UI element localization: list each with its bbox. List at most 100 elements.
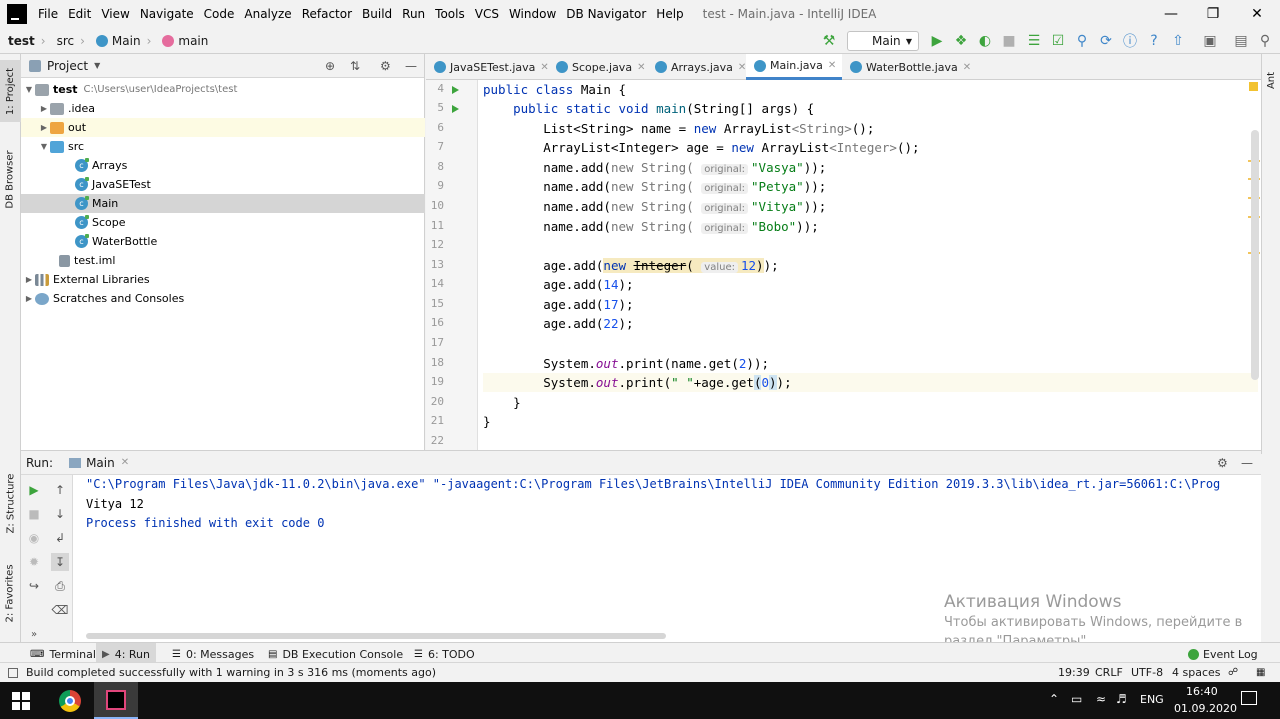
menu-tools[interactable]: Tools (430, 7, 470, 21)
refresh-icon[interactable]: ⟳ (1097, 32, 1115, 50)
intellij-taskbar-button[interactable] (94, 682, 138, 719)
gear-icon[interactable]: ⚙ (1217, 456, 1228, 470)
gear-icon[interactable]: ⚙ (380, 59, 391, 73)
menu-window[interactable]: Window (504, 7, 561, 21)
stop-icon[interactable]: ■ (1000, 32, 1018, 50)
hide-panel-icon[interactable]: — (1241, 456, 1253, 470)
close-tab-icon[interactable]: ✕ (828, 60, 836, 71)
menu-db-navigator[interactable]: DB Navigator (561, 7, 651, 21)
editor-scrollbar[interactable] (1251, 130, 1259, 380)
tree-item-javasetest[interactable]: c JavaSETest (21, 175, 425, 194)
windows-start-icon[interactable] (12, 692, 30, 710)
code-line-current[interactable]: System.out.print(" "+age.get(0)); (483, 373, 1258, 392)
tree-item-idea[interactable]: ▶ .idea (21, 99, 425, 118)
tab-javasetest[interactable]: JavaSETest.java ✕ (426, 54, 555, 80)
breadcrumb-main-class[interactable]: Main › (88, 34, 154, 48)
run-gutter-icon[interactable] (452, 86, 459, 94)
list-icon[interactable]: ☰ (1025, 32, 1043, 50)
bug-icon[interactable]: ✹ (25, 553, 43, 571)
code-line[interactable] (483, 334, 1258, 353)
menu-file[interactable]: File (33, 7, 63, 21)
close-window-button[interactable]: ✕ (1234, 0, 1280, 28)
status-toggle-icon[interactable] (8, 667, 18, 678)
exit-icon[interactable]: ↪ (25, 577, 43, 595)
warning-indicator-icon[interactable] (1249, 82, 1258, 91)
down-arrow-icon[interactable]: ↓ (51, 505, 69, 523)
code-line[interactable]: name.add(new String( original: "Petya")); (483, 177, 1258, 196)
code-line[interactable]: System.out.print(name.get(2)); (483, 354, 1258, 373)
caret-position[interactable]: 19:39 (1058, 666, 1090, 679)
more-icon[interactable]: » (25, 625, 43, 643)
info-icon[interactable]: ⓘ (1121, 32, 1139, 50)
notification-icon[interactable] (1241, 691, 1257, 705)
menu-edit[interactable]: Edit (63, 7, 96, 21)
tree-item-out[interactable]: ▶ out (21, 118, 425, 137)
menu-view[interactable]: View (96, 7, 134, 21)
maximize-button[interactable]: ❐ (1190, 0, 1236, 28)
menu-build[interactable]: Build (357, 7, 397, 21)
minimize-button[interactable]: — (1148, 0, 1194, 28)
tab-arrays[interactable]: Arrays.java ✕ (647, 54, 752, 80)
coverage-icon[interactable]: ◐ (976, 32, 994, 50)
memory-indicator-icon[interactable]: ▦ (1256, 667, 1265, 678)
close-tab-icon[interactable]: ✕ (963, 62, 971, 73)
status-message[interactable]: Build completed successfully with 1 warn… (26, 666, 436, 679)
tree-item-main[interactable]: c Main (21, 194, 425, 213)
search-everywhere-icon[interactable]: ⚲ (1256, 32, 1274, 50)
menu-help[interactable]: Help (651, 7, 688, 21)
print-icon[interactable]: ⎙ (51, 577, 69, 595)
project-view-select[interactable]: Project (47, 59, 88, 73)
breadcrumb-src[interactable]: src › (49, 34, 88, 48)
clock-time[interactable]: 16:40 (1186, 685, 1218, 698)
code-line[interactable]: name.add(new String( original: "Vasya")); (483, 158, 1258, 177)
camera-icon[interactable]: ◉ (25, 529, 43, 547)
breadcrumb-test[interactable]: test › (0, 34, 49, 48)
code-line[interactable]: public static void main(String[] args) { (483, 99, 1258, 118)
close-tab-icon[interactable]: ✕ (121, 457, 129, 468)
tab-scope[interactable]: Scope.java ✕ (548, 54, 651, 80)
scroll-to-end-icon[interactable]: ↧ (51, 553, 69, 571)
code-line[interactable]: } (483, 412, 1258, 431)
locate-icon[interactable]: ⊕ (325, 59, 335, 73)
indent-setting[interactable]: 4 spaces (1172, 666, 1221, 679)
chevron-up-icon[interactable]: ⌃ (1049, 692, 1059, 706)
wifi-icon[interactable]: ≈ (1096, 692, 1106, 706)
presentation-icon[interactable]: ▤ (1232, 32, 1250, 50)
menu-navigate[interactable]: Navigate (135, 7, 199, 21)
code-editor[interactable]: JavaSETest.java ✕ Scope.java ✕ Arrays.java… (426, 54, 1261, 450)
favorites-tool-tab[interactable]: 2: Favorites (0, 558, 21, 628)
tree-item-test[interactable]: ▼ test C:\Users\user\IdeaProjects\test (21, 80, 425, 99)
clock-date[interactable]: 01.09.2020 (1174, 702, 1237, 715)
code-line[interactable]: public class Main { (483, 80, 1258, 99)
console-scrollbar[interactable] (86, 633, 666, 639)
run-tab-main[interactable]: Main (86, 456, 115, 470)
menu-vcs[interactable]: VCS (470, 7, 504, 21)
run-gutter-icon[interactable] (452, 105, 459, 113)
language-indicator[interactable]: ENG (1140, 693, 1164, 706)
project-structure-icon[interactable]: ▣ (1201, 32, 1219, 50)
soft-wrap-icon[interactable]: ↲ (51, 529, 69, 547)
tree-item-src[interactable]: ▼ src (21, 137, 425, 156)
run-configuration-select[interactable]: Main ▼ (847, 31, 919, 51)
tree-item-waterbottle[interactable]: c WaterBottle (21, 232, 425, 251)
code-line[interactable]: age.add(new Integer( value: 12)); (483, 256, 1258, 275)
project-tool-tab[interactable]: 1: Project (0, 60, 21, 122)
db-browser-tool-tab[interactable]: DB Browser (0, 144, 21, 214)
help-icon[interactable]: ? (1145, 32, 1163, 50)
close-tab-icon[interactable]: ✕ (637, 62, 645, 73)
code-line[interactable] (483, 236, 1258, 255)
run-icon[interactable]: ▶ (928, 32, 946, 50)
debug-icon[interactable]: ❖ (952, 32, 970, 50)
lock-icon[interactable]: ☍ (1228, 667, 1238, 678)
collapse-icon[interactable]: ⇅ (350, 59, 360, 73)
chrome-icon[interactable] (59, 690, 81, 712)
trash-icon[interactable]: ⌫ (51, 601, 69, 619)
menu-analyze[interactable]: Analyze (239, 7, 296, 21)
stop-icon[interactable]: ■ (25, 505, 43, 523)
checkbox-icon[interactable]: ☑ (1049, 32, 1067, 50)
code-line[interactable]: age.add(14); (483, 275, 1258, 294)
structure-tool-tab[interactable]: Z: Structure (0, 468, 21, 538)
menu-code[interactable]: Code (199, 7, 240, 21)
upload-icon[interactable]: ⇧ (1169, 32, 1187, 50)
volume-icon[interactable]: ♬ (1116, 692, 1127, 706)
